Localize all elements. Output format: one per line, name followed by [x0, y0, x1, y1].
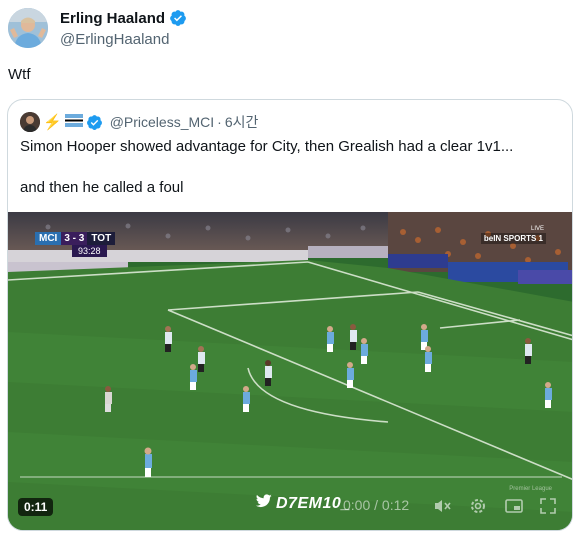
- scorebug-away: TOT: [87, 231, 116, 245]
- author-handle[interactable]: @ErlingHaaland: [60, 31, 169, 48]
- twitter-bird-icon: [255, 494, 272, 513]
- quoted-tweet-card[interactable]: ⚡ @Priceless_MCI · 6시간 Simon Hooper show…: [7, 99, 573, 531]
- scorebug-home: MCI: [35, 231, 62, 245]
- author-display-name[interactable]: Erling Haaland: [60, 10, 165, 27]
- fullscreen-icon[interactable]: [538, 496, 558, 516]
- flag-icon: [64, 114, 83, 130]
- broadcaster-logo: beIN SPORTS 1: [480, 233, 546, 244]
- player-time: 0:00 / 0:12: [343, 497, 410, 513]
- quoted-tweet-header: ⚡ @Priceless_MCI · 6시간: [20, 112, 258, 132]
- quoted-author-handle[interactable]: @Priceless_MCI: [110, 114, 214, 130]
- live-label: LIVE: [530, 226, 544, 232]
- video-progress-bar[interactable]: [20, 476, 562, 478]
- lightning-emoji: ⚡: [43, 114, 62, 131]
- picture-in-picture-icon[interactable]: [504, 496, 524, 516]
- settings-gear-icon[interactable]: [468, 496, 488, 516]
- video-frame: [8, 212, 572, 530]
- league-logo: Premier League: [509, 486, 552, 492]
- tweet-text: Wtf: [8, 66, 31, 83]
- scorebug: MCI 3 - 3 TOT: [35, 231, 116, 245]
- verified-badge-icon[interactable]: [169, 9, 187, 27]
- quoted-verified-badge-icon[interactable]: [86, 114, 103, 131]
- quoted-tweet-text-line2: and then he called a foul: [20, 179, 184, 196]
- video-player[interactable]: MCI 3 - 3 TOT 93:28 LIVE beIN SPORTS 1 0…: [8, 212, 572, 530]
- separator-dot: ·: [217, 114, 222, 130]
- watermark-text: D7EM10_: [276, 494, 351, 512]
- quoted-tweet-text-line1: Simon Hooper showed advantage for City, …: [20, 138, 514, 155]
- watermark: D7EM10_: [255, 494, 351, 513]
- scorebug-score: 3 - 3: [61, 231, 88, 245]
- mute-icon[interactable]: [432, 496, 452, 516]
- quoted-tweet-time[interactable]: 6시간: [225, 112, 259, 132]
- video-elapsed-badge: 0:11: [18, 498, 54, 516]
- tweet-header: Erling Haaland @ErlingHaaland: [8, 8, 568, 52]
- quoted-author-avatar[interactable]: [20, 112, 40, 132]
- author-avatar[interactable]: [8, 8, 48, 48]
- author-name-row: Erling Haaland: [60, 9, 187, 27]
- scorebug-clock: 93:28: [72, 245, 107, 257]
